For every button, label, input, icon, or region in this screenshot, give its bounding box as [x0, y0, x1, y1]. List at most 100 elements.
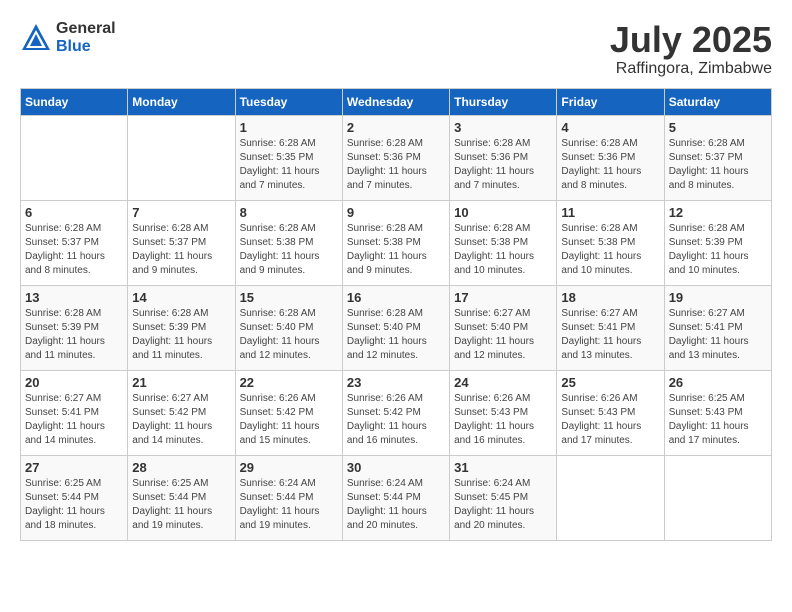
logo: General Blue: [20, 20, 116, 56]
day-info: Sunrise: 6:27 AM Sunset: 5:41 PM Dayligh…: [669, 307, 767, 363]
weekday-header-cell: Sunday: [21, 88, 128, 115]
day-number: 17: [454, 290, 552, 305]
calendar-cell: 6 Sunrise: 6:28 AM Sunset: 5:37 PM Daylig…: [21, 200, 128, 285]
day-info: Sunrise: 6:28 AM Sunset: 5:38 PM Dayligh…: [454, 222, 552, 278]
day-number: 18: [561, 290, 659, 305]
day-number: 23: [347, 375, 445, 390]
title-block: July 2025 Raffingora, Zimbabwe: [610, 20, 772, 78]
calendar-cell: 21 Sunrise: 6:27 AM Sunset: 5:42 PM Dayli…: [128, 370, 235, 455]
calendar-cell: 10 Sunrise: 6:28 AM Sunset: 5:38 PM Dayli…: [450, 200, 557, 285]
calendar-cell: 19 Sunrise: 6:27 AM Sunset: 5:41 PM Dayli…: [664, 285, 771, 370]
calendar-cell: 26 Sunrise: 6:25 AM Sunset: 5:43 PM Dayli…: [664, 370, 771, 455]
day-info: Sunrise: 6:28 AM Sunset: 5:37 PM Dayligh…: [669, 137, 767, 193]
calendar-week-row: 20Sunrise: 6:27 AM Sunset: 5:41 PM Dayli…: [21, 370, 772, 455]
day-info: Sunrise: 6:24 AM Sunset: 5:44 PM Dayligh…: [347, 477, 445, 533]
day-number: 3: [454, 120, 552, 135]
day-number: 27: [25, 460, 123, 475]
day-number: 16: [347, 290, 445, 305]
day-info: Sunrise: 6:28 AM Sunset: 5:39 PM Dayligh…: [669, 222, 767, 278]
day-info: Sunrise: 6:28 AM Sunset: 5:38 PM Dayligh…: [240, 222, 338, 278]
weekday-header-cell: Wednesday: [342, 88, 449, 115]
day-number: 26: [669, 375, 767, 390]
weekday-header-cell: Tuesday: [235, 88, 342, 115]
day-number: 5: [669, 120, 767, 135]
day-info: Sunrise: 6:28 AM Sunset: 5:35 PM Dayligh…: [240, 137, 338, 193]
day-info: Sunrise: 6:28 AM Sunset: 5:36 PM Dayligh…: [347, 137, 445, 193]
calendar-cell: 20Sunrise: 6:27 AM Sunset: 5:41 PM Dayli…: [21, 370, 128, 455]
calendar-cell: 12 Sunrise: 6:28 AM Sunset: 5:39 PM Dayli…: [664, 200, 771, 285]
day-info: Sunrise: 6:26 AM Sunset: 5:43 PM Dayligh…: [561, 392, 659, 448]
calendar-cell: 15 Sunrise: 6:28 AM Sunset: 5:40 PM Dayli…: [235, 285, 342, 370]
day-info: Sunrise: 6:25 AM Sunset: 5:44 PM Dayligh…: [25, 477, 123, 533]
calendar-cell: 31 Sunrise: 6:24 AM Sunset: 5:45 PM Dayli…: [450, 455, 557, 540]
day-info: Sunrise: 6:24 AM Sunset: 5:45 PM Dayligh…: [454, 477, 552, 533]
calendar-cell: 16 Sunrise: 6:28 AM Sunset: 5:40 PM Dayli…: [342, 285, 449, 370]
day-number: 28: [132, 460, 230, 475]
day-info: Sunrise: 6:28 AM Sunset: 5:37 PM Dayligh…: [132, 222, 230, 278]
day-number: 19: [669, 290, 767, 305]
weekday-header-row: SundayMondayTuesdayWednesdayThursdayFrid…: [21, 88, 772, 115]
calendar-cell: [21, 115, 128, 200]
calendar-body: 1 Sunrise: 6:28 AM Sunset: 5:35 PM Daylig…: [21, 115, 772, 540]
day-number: 11: [561, 205, 659, 220]
weekday-header-cell: Thursday: [450, 88, 557, 115]
day-info: Sunrise: 6:24 AM Sunset: 5:44 PM Dayligh…: [240, 477, 338, 533]
location-title: Raffingora, Zimbabwe: [610, 60, 772, 78]
day-info: Sunrise: 6:28 AM Sunset: 5:40 PM Dayligh…: [240, 307, 338, 363]
calendar-week-row: 13Sunrise: 6:28 AM Sunset: 5:39 PM Dayli…: [21, 285, 772, 370]
day-number: 24: [454, 375, 552, 390]
calendar-cell: 7 Sunrise: 6:28 AM Sunset: 5:37 PM Daylig…: [128, 200, 235, 285]
calendar-week-row: 27 Sunrise: 6:25 AM Sunset: 5:44 PM Dayli…: [21, 455, 772, 540]
logo-blue: Blue: [56, 38, 91, 55]
weekday-header-cell: Saturday: [664, 88, 771, 115]
day-info: Sunrise: 6:28 AM Sunset: 5:38 PM Dayligh…: [347, 222, 445, 278]
calendar-cell: 13Sunrise: 6:28 AM Sunset: 5:39 PM Dayli…: [21, 285, 128, 370]
day-number: 21: [132, 375, 230, 390]
day-info: Sunrise: 6:25 AM Sunset: 5:43 PM Dayligh…: [669, 392, 767, 448]
day-info: Sunrise: 6:27 AM Sunset: 5:42 PM Dayligh…: [132, 392, 230, 448]
calendar-cell: 4Sunrise: 6:28 AM Sunset: 5:36 PM Daylig…: [557, 115, 664, 200]
day-number: 29: [240, 460, 338, 475]
day-info: Sunrise: 6:28 AM Sunset: 5:37 PM Dayligh…: [25, 222, 123, 278]
day-number: 31: [454, 460, 552, 475]
calendar-cell: 3 Sunrise: 6:28 AM Sunset: 5:36 PM Daylig…: [450, 115, 557, 200]
day-number: 14: [132, 290, 230, 305]
calendar-cell: 8Sunrise: 6:28 AM Sunset: 5:38 PM Daylig…: [235, 200, 342, 285]
day-info: Sunrise: 6:28 AM Sunset: 5:40 PM Dayligh…: [347, 307, 445, 363]
weekday-header-cell: Friday: [557, 88, 664, 115]
day-number: 13: [25, 290, 123, 305]
calendar-cell: 1 Sunrise: 6:28 AM Sunset: 5:35 PM Daylig…: [235, 115, 342, 200]
logo-icon: [20, 22, 52, 54]
day-number: 15: [240, 290, 338, 305]
day-number: 12: [669, 205, 767, 220]
weekday-header-cell: Monday: [128, 88, 235, 115]
calendar-cell: 29 Sunrise: 6:24 AM Sunset: 5:44 PM Dayli…: [235, 455, 342, 540]
day-info: Sunrise: 6:28 AM Sunset: 5:36 PM Dayligh…: [454, 137, 552, 193]
calendar-cell: 28Sunrise: 6:25 AM Sunset: 5:44 PM Dayli…: [128, 455, 235, 540]
calendar-cell: 22 Sunrise: 6:26 AM Sunset: 5:42 PM Dayli…: [235, 370, 342, 455]
calendar-table: SundayMondayTuesdayWednesdayThursdayFrid…: [20, 88, 772, 541]
day-number: 10: [454, 205, 552, 220]
day-info: Sunrise: 6:26 AM Sunset: 5:43 PM Dayligh…: [454, 392, 552, 448]
day-number: 2: [347, 120, 445, 135]
calendar-cell: 14Sunrise: 6:28 AM Sunset: 5:39 PM Dayli…: [128, 285, 235, 370]
calendar-cell: [664, 455, 771, 540]
calendar-cell: [128, 115, 235, 200]
day-number: 1: [240, 120, 338, 135]
day-info: Sunrise: 6:26 AM Sunset: 5:42 PM Dayligh…: [240, 392, 338, 448]
day-number: 22: [240, 375, 338, 390]
calendar-week-row: 6 Sunrise: 6:28 AM Sunset: 5:37 PM Daylig…: [21, 200, 772, 285]
calendar-cell: 27 Sunrise: 6:25 AM Sunset: 5:44 PM Dayli…: [21, 455, 128, 540]
calendar-cell: 30 Sunrise: 6:24 AM Sunset: 5:44 PM Dayli…: [342, 455, 449, 540]
calendar-cell: 2 Sunrise: 6:28 AM Sunset: 5:36 PM Daylig…: [342, 115, 449, 200]
day-number: 6: [25, 205, 123, 220]
logo-general: General: [56, 20, 116, 37]
day-info: Sunrise: 6:27 AM Sunset: 5:41 PM Dayligh…: [25, 392, 123, 448]
day-number: 7: [132, 205, 230, 220]
day-number: 25: [561, 375, 659, 390]
calendar-cell: 11Sunrise: 6:28 AM Sunset: 5:38 PM Dayli…: [557, 200, 664, 285]
calendar-cell: 17Sunrise: 6:27 AM Sunset: 5:40 PM Dayli…: [450, 285, 557, 370]
day-number: 30: [347, 460, 445, 475]
calendar-cell: 23Sunrise: 6:26 AM Sunset: 5:42 PM Dayli…: [342, 370, 449, 455]
day-number: 4: [561, 120, 659, 135]
